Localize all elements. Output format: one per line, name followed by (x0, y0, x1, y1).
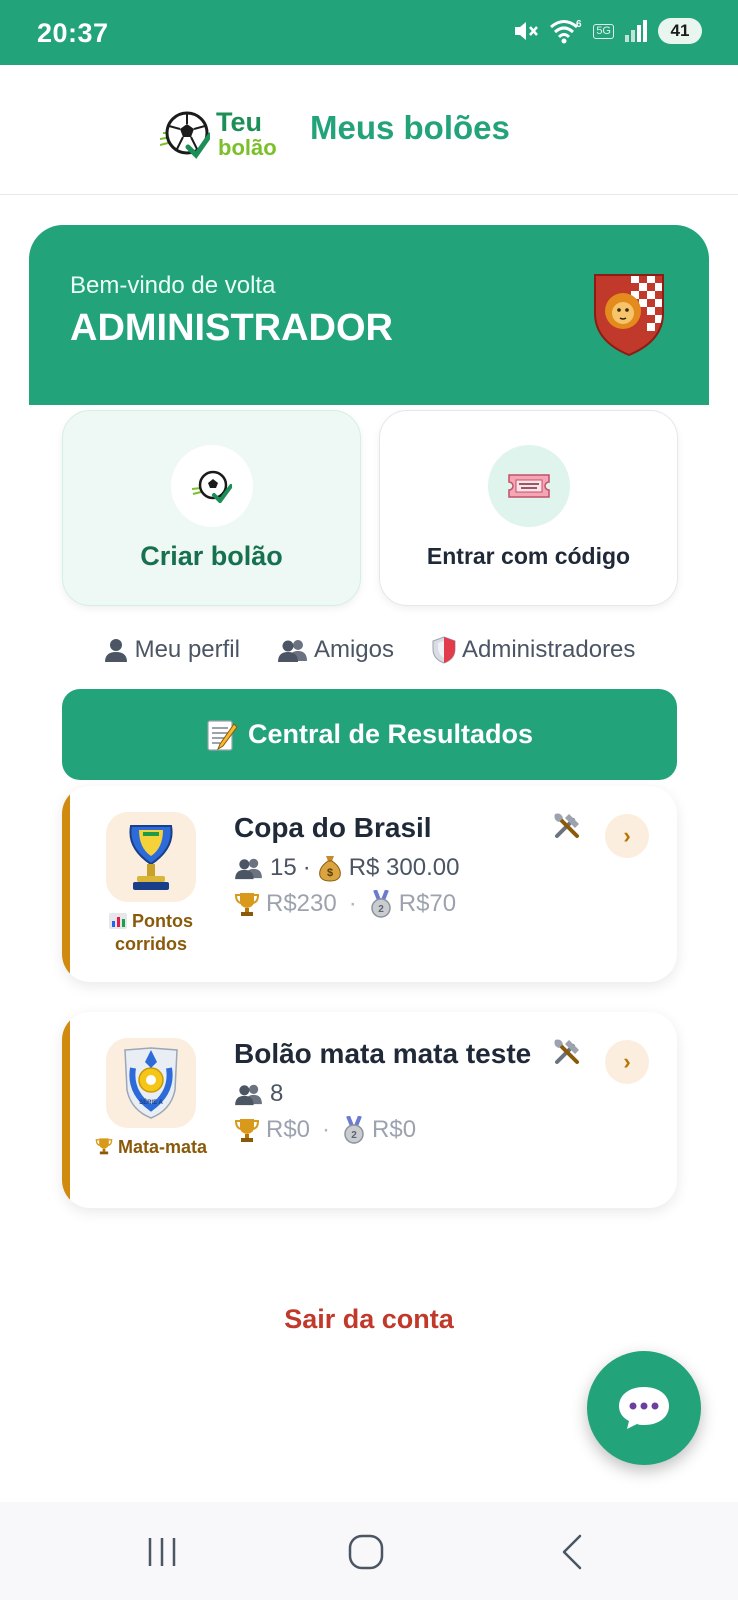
users-icon (235, 1084, 262, 1106)
network-type: 5G (593, 23, 614, 39)
pool-thumbnail (106, 812, 196, 902)
home-icon[interactable] (346, 1532, 386, 1572)
pool-title: Bolão mata mata teste (234, 1038, 532, 1069)
pool-card[interactable]: SÉRIE A Mata-mata Bolão mata mata teste … (62, 1012, 677, 1208)
memo-icon (207, 719, 238, 751)
pool-participants: 15 (270, 854, 297, 881)
tools-icon[interactable] (551, 1036, 583, 1076)
app-header: Teu bolão Meus bolões (0, 65, 738, 195)
svg-text:2: 2 (378, 904, 384, 915)
svg-text:2: 2 (351, 1130, 357, 1141)
trophy-icon (95, 1138, 113, 1155)
pool-mode-label: Mata-mata (117, 1137, 208, 1157)
bar-chart-icon (108, 913, 127, 929)
results-center-button[interactable]: Central de Resultados (62, 689, 677, 780)
tools-icon[interactable] (551, 810, 583, 850)
mute-icon (515, 22, 539, 40)
admins-link-label: Administradores (462, 636, 636, 663)
ticket-icon (507, 474, 550, 498)
svg-text:$: $ (327, 867, 333, 879)
team-shield-icon[interactable] (591, 269, 667, 357)
brasileirao-serie-a-icon: SÉRIE A (124, 1047, 178, 1119)
pool-stats: 15 · $ R$ 300.00 (234, 854, 459, 882)
battery-icon: 41 (658, 18, 702, 44)
pool-accent-bar (62, 1012, 70, 1208)
system-nav-bar (0, 1502, 738, 1600)
money-bag-icon: $ (318, 856, 341, 882)
pool-participants: 8 (270, 1080, 284, 1107)
chevron-right-icon[interactable]: › (605, 814, 649, 858)
join-icon-circle (487, 445, 570, 527)
pool-prizes: R$230 · 2 R$70 (234, 890, 456, 918)
create-pool-label: Criar bolão (140, 541, 283, 571)
user-icon (104, 639, 127, 662)
chat-button[interactable] (587, 1351, 701, 1465)
svg-text:6: 6 (576, 19, 582, 30)
trophy-icon (234, 1119, 260, 1142)
results-center-label: Central de Resultados (247, 719, 534, 749)
pool-card[interactable]: Pontos corridos Copa do Brasil › 15 · $ … (62, 786, 677, 982)
create-pool-icon-circle (170, 445, 253, 527)
copa-do-brasil-trophy-icon (129, 825, 173, 890)
welcome-card: Bem-vindo de volta ADMINISTRADOR (29, 225, 709, 405)
pool-prize-first: R$230 (266, 890, 337, 917)
back-icon[interactable] (554, 1532, 594, 1572)
pool-pot: R$ 300.00 (348, 854, 460, 881)
logo-text-bolao: bolão (218, 135, 277, 160)
pool-stats: 8 (234, 1080, 283, 1108)
status-bar: 20:37 6 5G 41 (0, 0, 738, 65)
pool-prizes: R$0 · 2 R$0 (234, 1116, 416, 1144)
pool-prize-second: R$0 (372, 1116, 417, 1143)
pool-mode-label: Pontos corridos (114, 911, 193, 954)
separator: · (302, 854, 311, 881)
pool-title: Copa do Brasil (234, 812, 432, 843)
pool-prize-first: R$0 (266, 1116, 311, 1143)
pool-thumbnail: SÉRIE A (106, 1038, 196, 1128)
logout-button[interactable]: Sair da conta (0, 1304, 738, 1335)
status-icons: 6 5G 41 (513, 18, 702, 44)
soccer-ball-logo-icon (160, 111, 210, 159)
pool-accent-bar (62, 786, 70, 982)
create-pool-button[interactable]: Criar bolão (62, 410, 361, 606)
users-icon (235, 858, 262, 880)
profile-link-label: Meu perfil (134, 636, 240, 663)
users-icon (277, 640, 307, 662)
svg-text:SÉRIE A: SÉRIE A (139, 1098, 163, 1106)
pool-mode: Mata-mata (92, 1136, 210, 1159)
quick-links: Meu perfil Amigos Administradores (0, 632, 738, 668)
welcome-greeting: Bem-vindo de volta (70, 272, 276, 299)
logo-text-teu: Teu (216, 107, 262, 137)
app-logo: Teu bolão (146, 103, 296, 165)
chat-bubble-icon (619, 1387, 669, 1429)
separator: · (348, 890, 357, 917)
profile-link[interactable]: Meu perfil (103, 632, 240, 668)
status-time: 20:37 (37, 18, 109, 48)
chevron-right-icon[interactable]: › (605, 1040, 649, 1084)
wifi-icon: 6 (550, 19, 582, 44)
silver-medal-icon: 2 (370, 890, 391, 918)
join-with-code-button[interactable]: Entrar com código (379, 410, 678, 606)
trophy-icon (234, 893, 260, 916)
pool-mode: Pontos corridos (92, 910, 210, 956)
separator: · (322, 1116, 331, 1143)
recent-apps-icon[interactable] (142, 1532, 182, 1572)
friends-link[interactable]: Amigos (277, 632, 394, 668)
friends-link-label: Amigos (313, 636, 394, 663)
admins-link[interactable]: Administradores (432, 632, 635, 668)
silver-medal-icon: 2 (344, 1116, 364, 1144)
shield-icon (432, 636, 456, 664)
pool-prize-second: R$70 (398, 890, 457, 917)
join-with-code-label: Entrar com código (426, 543, 631, 569)
soccer-ball-check-icon (191, 470, 232, 503)
signal-icon (625, 20, 647, 42)
page-title: Meus bolões (310, 109, 510, 146)
user-name: ADMINISTRADOR (70, 307, 393, 349)
